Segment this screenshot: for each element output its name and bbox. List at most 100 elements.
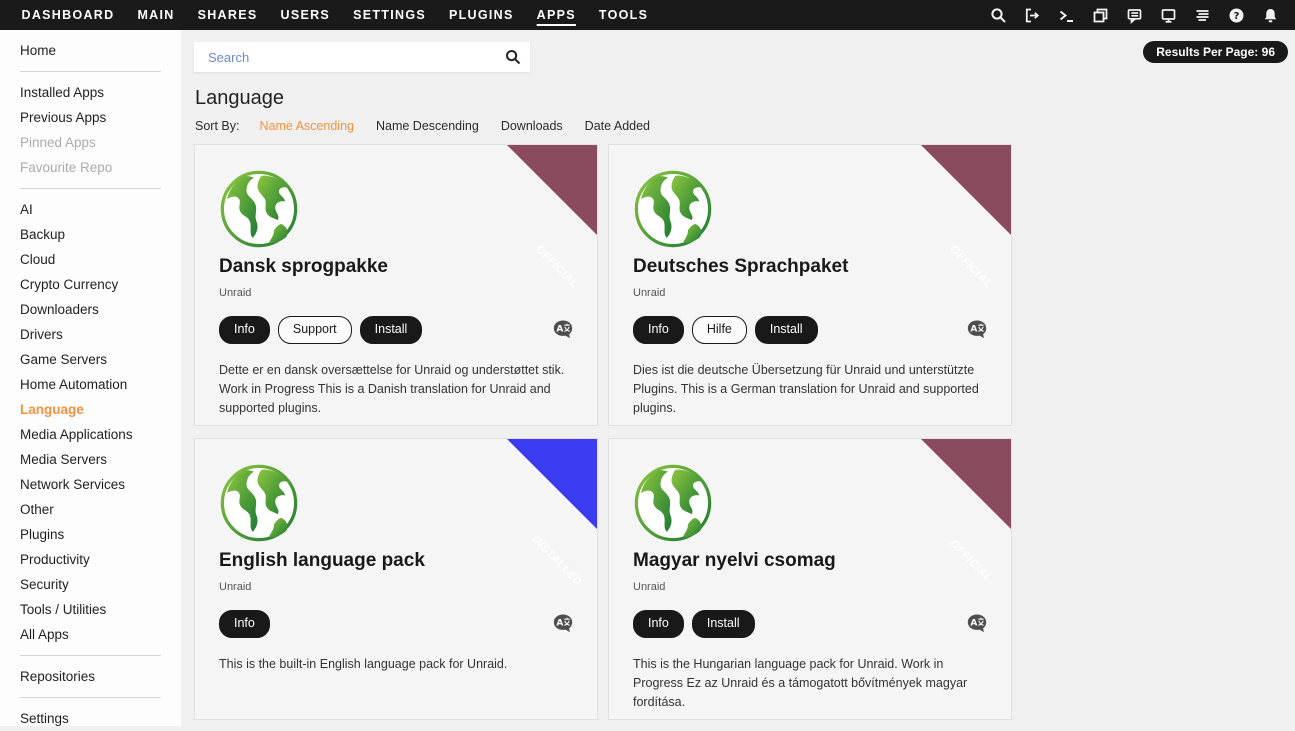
app-title[interactable]: Magyar nyelvi csomag — [633, 550, 991, 572]
translate-icon: A — [967, 614, 988, 633]
app-card-deutsches-sprachpaket: OFFICIAL Deutsches Sprachpaket Unraid In… — [608, 144, 1012, 426]
app-author: Unraid — [633, 581, 991, 593]
svg-text:A: A — [970, 619, 977, 629]
logout-icon[interactable] — [1015, 0, 1049, 30]
install-button[interactable]: Install — [692, 610, 755, 638]
nav-item-main[interactable]: MAIN — [137, 0, 174, 30]
help-icon[interactable]: ? — [1219, 0, 1253, 30]
search-box — [194, 42, 530, 72]
notifications-bell-icon[interactable] — [1253, 0, 1287, 30]
sidebar-item-home-automation[interactable]: Home Automation — [0, 372, 181, 397]
app-title[interactable]: Dansk sprogpakke — [219, 256, 577, 278]
app-title[interactable]: English language pack — [219, 550, 577, 572]
sidebar-divider — [20, 655, 161, 656]
search-input[interactable] — [194, 50, 496, 65]
app-description: This is the built-in English language pa… — [219, 655, 577, 674]
sidebar-item-crypto-currency[interactable]: Crypto Currency — [0, 272, 181, 297]
sidebar-item-downloaders[interactable]: Downloaders — [0, 297, 181, 322]
install-button[interactable]: Install — [360, 316, 423, 344]
sort-option-date-added[interactable]: Date Added — [585, 119, 650, 133]
monitor-icon[interactable] — [1151, 0, 1185, 30]
sidebar-item-previous-apps[interactable]: Previous Apps — [0, 105, 181, 130]
copy-icon[interactable] — [1083, 0, 1117, 30]
nav-item-apps[interactable]: APPS — [537, 0, 576, 30]
app-card-dansk-sprogpakke: OFFICIAL Dansk sprogpakke Unraid Info Su… — [194, 144, 598, 426]
sidebar-item-home[interactable]: Home — [0, 38, 181, 63]
support-button[interactable]: Hilfe — [692, 316, 747, 344]
sidebar-item-productivity[interactable]: Productivity — [0, 547, 181, 572]
app-author: Unraid — [219, 581, 577, 593]
sidebar-divider — [20, 188, 161, 189]
app-card-english-language-pack: INSTALLED English language pack Unraid I… — [194, 438, 598, 720]
nav-item-settings[interactable]: SETTINGS — [353, 0, 426, 30]
sidebar-item-other[interactable]: Other — [0, 497, 181, 522]
app-author: Unraid — [633, 287, 991, 299]
sidebar-item-favourite-repo[interactable]: Favourite Repo — [0, 155, 181, 180]
sidebar-item-pinned-apps[interactable]: Pinned Apps — [0, 130, 181, 155]
sidebar-item-plugins[interactable]: Plugins — [0, 522, 181, 547]
translate-icon: A — [553, 320, 574, 339]
nav-item-users[interactable]: USERS — [281, 0, 331, 30]
sort-bar: Sort By: Name Ascending Name Descending … — [195, 119, 1295, 133]
svg-text:?: ? — [1233, 11, 1239, 22]
sidebar-item-security[interactable]: Security — [0, 572, 181, 597]
translate-icon: A — [967, 320, 988, 339]
app-card-grid: OFFICIAL Dansk sprogpakke Unraid Info Su… — [194, 144, 1295, 720]
sidebar-item-all-apps[interactable]: All Apps — [0, 622, 181, 647]
official-ribbon: OFFICIAL — [921, 145, 1011, 235]
main-menu: DASHBOARD MAIN SHARES USERS SETTINGS PLU… — [0, 0, 660, 30]
app-description: This is the Hungarian language pack for … — [633, 655, 991, 713]
terminal-icon[interactable] — [1049, 0, 1083, 30]
sort-by-label: Sort By: — [195, 119, 239, 133]
info-button[interactable]: Info — [633, 610, 684, 638]
app-description: Dies ist die deutsche Übersetzung für Un… — [633, 361, 991, 419]
sidebar-item-media-applications[interactable]: Media Applications — [0, 422, 181, 447]
app-title[interactable]: Deutsches Sprachpaket — [633, 256, 991, 278]
search-submit-icon[interactable] — [496, 49, 530, 65]
installed-ribbon: INSTALLED — [507, 439, 597, 529]
official-ribbon: OFFICIAL — [921, 439, 1011, 529]
feedback-icon[interactable] — [1117, 0, 1151, 30]
page-title: Language — [195, 87, 1295, 110]
nav-item-dashboard[interactable]: DASHBOARD — [22, 0, 115, 30]
sidebar-divider — [20, 71, 161, 72]
category-sidebar: Home Installed Apps Previous Apps Pinned… — [0, 30, 181, 726]
nav-item-tools[interactable]: TOOLS — [599, 0, 648, 30]
info-button[interactable]: Info — [219, 316, 270, 344]
sidebar-item-language[interactable]: Language — [0, 397, 181, 422]
sort-option-name-descending[interactable]: Name Descending — [376, 119, 479, 133]
nav-item-plugins[interactable]: PLUGINS — [449, 0, 514, 30]
log-icon[interactable] — [1185, 0, 1219, 30]
sidebar-item-ai[interactable]: AI — [0, 197, 181, 222]
svg-text:A: A — [556, 325, 563, 335]
sidebar-item-game-servers[interactable]: Game Servers — [0, 347, 181, 372]
translate-icon: A — [553, 614, 574, 633]
sidebar-item-backup[interactable]: Backup — [0, 222, 181, 247]
sort-option-downloads[interactable]: Downloads — [501, 119, 563, 133]
official-ribbon: OFFICIAL — [507, 145, 597, 235]
search-icon[interactable] — [981, 0, 1015, 30]
sidebar-item-tools-utilities[interactable]: Tools / Utilities — [0, 597, 181, 622]
results-per-page-badge[interactable]: Results Per Page: 96 — [1143, 41, 1288, 63]
sidebar-item-media-servers[interactable]: Media Servers — [0, 447, 181, 472]
svg-text:A: A — [970, 325, 977, 335]
nav-icon-group: ? — [981, 0, 1295, 30]
app-author: Unraid — [219, 287, 577, 299]
support-button[interactable]: Support — [278, 316, 352, 344]
nav-item-shares[interactable]: SHARES — [198, 0, 258, 30]
info-button[interactable]: Info — [633, 316, 684, 344]
top-navigation-bar: DASHBOARD MAIN SHARES USERS SETTINGS PLU… — [0, 0, 1295, 30]
sidebar-item-network-services[interactable]: Network Services — [0, 472, 181, 497]
sidebar-item-drivers[interactable]: Drivers — [0, 322, 181, 347]
sidebar-item-cloud[interactable]: Cloud — [0, 247, 181, 272]
app-card-magyar-nyelvi-csomag: OFFICIAL Magyar nyelvi csomag Unraid Inf… — [608, 438, 1012, 720]
apps-content-area: Results Per Page: 96 Language Sort By: N… — [181, 30, 1295, 726]
app-description: Dette er en dansk oversættelse for Unrai… — [219, 361, 577, 419]
sidebar-item-settings[interactable]: Settings — [0, 706, 181, 731]
sidebar-item-repositories[interactable]: Repositories — [0, 664, 181, 689]
svg-text:A: A — [556, 619, 563, 629]
install-button[interactable]: Install — [755, 316, 818, 344]
info-button[interactable]: Info — [219, 610, 270, 638]
sort-option-name-ascending[interactable]: Name Ascending — [259, 119, 354, 133]
sidebar-item-installed-apps[interactable]: Installed Apps — [0, 80, 181, 105]
